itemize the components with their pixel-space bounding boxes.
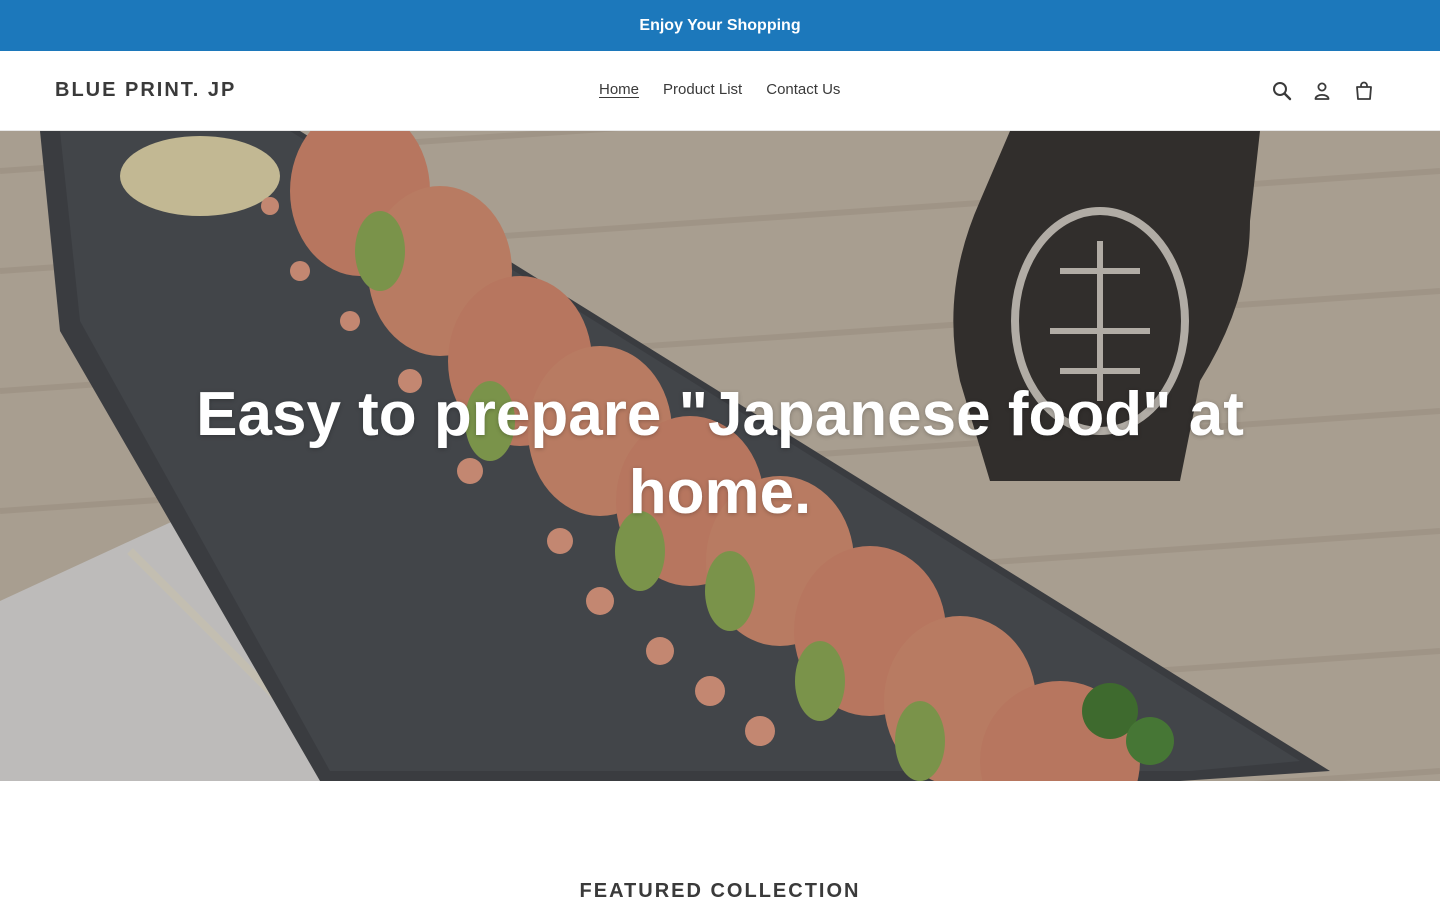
site-header: BLUE PRINT. JP Home Product List Contact… [0,51,1440,131]
main-nav: Home Product List Contact Us [599,81,864,99]
nav-link-home[interactable]: Home [599,81,639,99]
cart-icon[interactable] [1352,79,1376,103]
announcement-bar: Enjoy Your Shopping [0,0,1440,51]
announcement-text: Enjoy Your Shopping [639,16,801,34]
hero-banner: Easy to prepare "Japanese food" at home. [0,131,1440,781]
nav-link-contact-us[interactable]: Contact Us [766,81,840,99]
nav-link-product-list[interactable]: Product List [663,81,742,99]
hero-headline: Easy to prepare "Japanese food" at home. [196,380,1244,527]
site-logo[interactable]: BLUE PRINT. JP [55,79,236,102]
header-icons [1270,79,1376,103]
search-icon[interactable] [1270,79,1294,103]
account-icon[interactable] [1310,79,1334,103]
